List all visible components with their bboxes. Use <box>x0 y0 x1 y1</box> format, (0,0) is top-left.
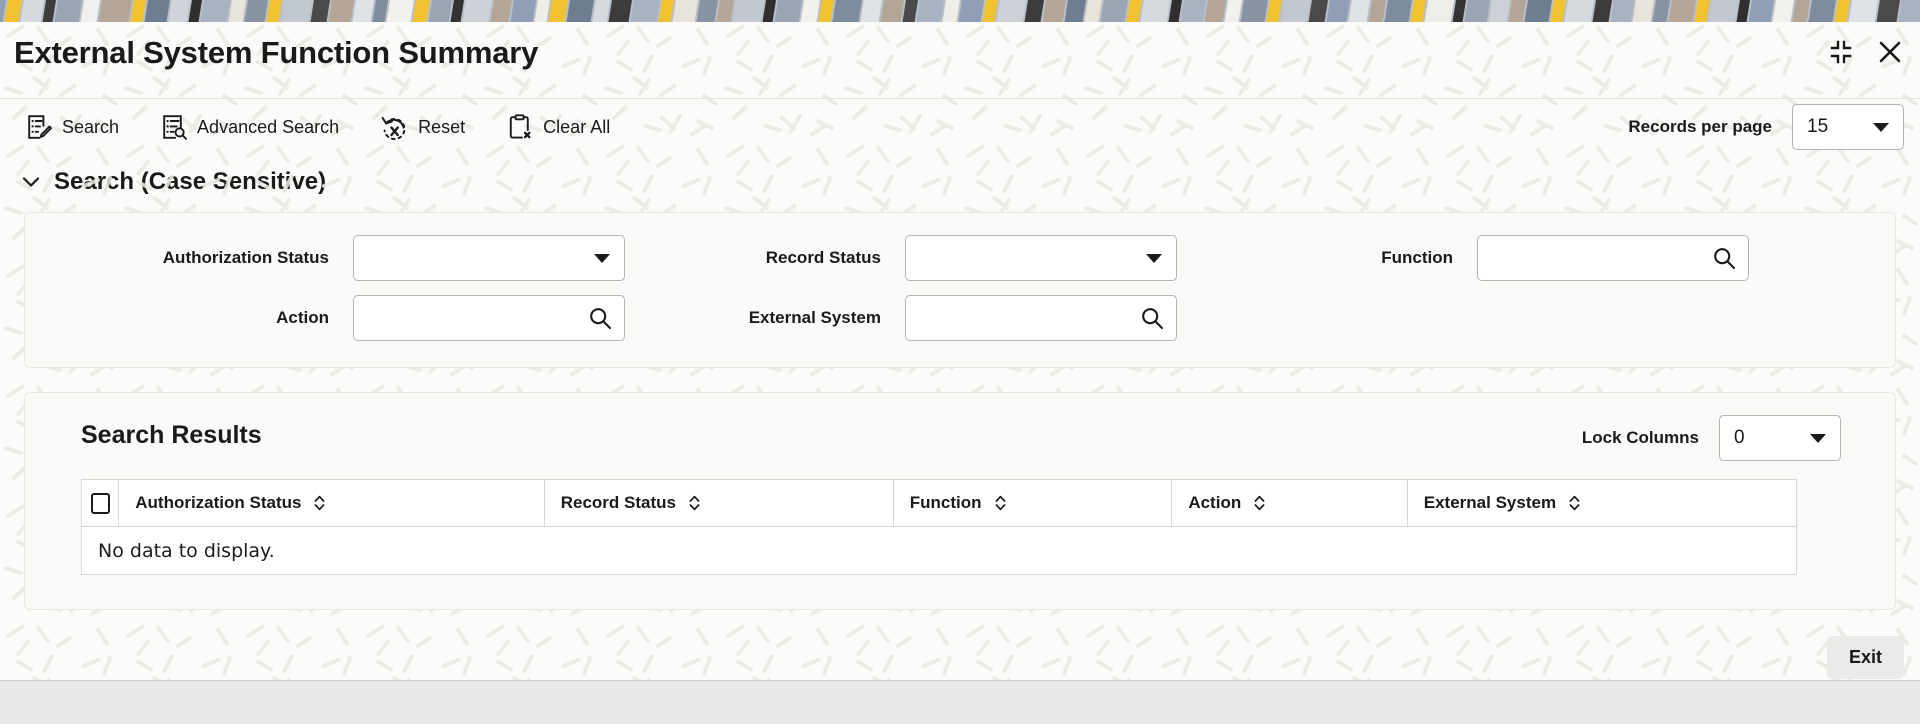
search-section-title: Search (Case Sensitive) <box>54 168 327 195</box>
footer-strip <box>0 680 1920 724</box>
top-band-pattern <box>0 0 1920 22</box>
minimize-restore-icon[interactable] <box>1828 39 1854 65</box>
sort-icon[interactable] <box>993 493 1008 513</box>
reset-button[interactable]: Reset <box>381 114 465 141</box>
lock-columns-select[interactable]: 0 <box>1719 415 1841 461</box>
clear-all-button[interactable]: Clear All <box>507 114 610 140</box>
field-record-status: Record Status <box>625 235 1177 281</box>
column-label-function: Function <box>909 493 982 512</box>
search-button[interactable]: Search <box>26 114 119 140</box>
column-label-action: Action <box>1188 493 1242 512</box>
search-criteria-panel: Authorization Status Record Status Funct… <box>24 212 1896 368</box>
dialog-window: External System Function Summary Search … <box>0 22 1920 724</box>
sort-icon[interactable] <box>687 493 702 513</box>
field-label-function: Function <box>1381 248 1453 267</box>
table-header-row: Authorization Status Record Status Funct… <box>82 480 1796 527</box>
field-action: Action <box>25 295 625 341</box>
advanced-search-button-label: Advanced Search <box>197 116 340 137</box>
search-results-header: Search Results Lock Columns 0 <box>25 393 1895 479</box>
field-label-action: Action <box>276 308 329 327</box>
field-label-external-system: External System <box>748 308 881 327</box>
authorization-status-select[interactable] <box>353 235 625 281</box>
records-per-page-label: Records per page <box>1628 117 1772 136</box>
dialog-header: External System Function Summary <box>0 22 1920 99</box>
search-field-row-1: Authorization Status Record Status Funct… <box>25 235 1895 281</box>
function-input-wrapper <box>1477 235 1749 281</box>
column-label-record-status: Record Status <box>560 493 676 512</box>
column-header-authorization-status[interactable]: Authorization Status <box>119 480 545 526</box>
records-per-page-group: Records per page 15 <box>1628 104 1904 150</box>
chevron-down-icon <box>1810 433 1826 443</box>
lock-columns-group: Lock Columns 0 <box>1582 415 1841 461</box>
column-header-external-system[interactable]: External System <box>1408 480 1796 526</box>
chevron-down-icon <box>1146 253 1162 263</box>
chevron-down-icon <box>20 171 42 193</box>
search-icon[interactable] <box>1140 306 1164 330</box>
field-function: Function <box>1177 235 1749 281</box>
sort-icon[interactable] <box>312 493 327 513</box>
page-title: External System Function Summary <box>14 35 539 70</box>
empty-state-message: No data to display. <box>82 527 1796 575</box>
search-icon[interactable] <box>1712 246 1736 270</box>
dialog-footer: Exit <box>0 634 1920 680</box>
reset-icon <box>381 114 408 141</box>
clear-all-icon <box>507 114 533 140</box>
lock-columns-value: 0 <box>1734 427 1745 448</box>
column-header-record-status[interactable]: Record Status <box>545 480 894 526</box>
sort-icon[interactable] <box>1567 493 1582 513</box>
column-label-authorization-status: Authorization Status <box>135 493 302 512</box>
advanced-search-button[interactable]: Advanced Search <box>161 114 339 140</box>
search-results-panel: Search Results Lock Columns 0 Authorizat… <box>24 392 1896 610</box>
field-label-authorization-status: Authorization Status <box>162 248 329 267</box>
clear-all-button-label: Clear All <box>543 116 611 137</box>
window-controls <box>1828 38 1904 66</box>
column-header-action[interactable]: Action <box>1172 480 1408 526</box>
exit-button[interactable]: Exit <box>1826 636 1904 679</box>
close-icon[interactable] <box>1876 38 1904 66</box>
select-all-header-cell <box>82 480 120 526</box>
external-system-input[interactable] <box>918 306 1136 330</box>
reset-button-label: Reset <box>418 116 466 137</box>
sort-icon[interactable] <box>1252 493 1267 513</box>
search-button-label: Search <box>62 116 120 137</box>
chevron-down-icon <box>1873 122 1889 132</box>
chevron-down-icon <box>594 253 610 263</box>
records-per-page-value: 15 <box>1807 116 1829 137</box>
select-all-checkbox[interactable] <box>90 492 110 514</box>
field-authorization-status: Authorization Status <box>25 235 625 281</box>
function-input[interactable] <box>1490 246 1708 270</box>
field-external-system: External System <box>625 295 1177 341</box>
search-icon[interactable] <box>588 306 612 330</box>
column-header-function[interactable]: Function <box>894 480 1173 526</box>
action-input-wrapper <box>353 295 625 341</box>
record-status-select[interactable] <box>905 235 1177 281</box>
column-label-external-system: External System <box>1423 493 1557 512</box>
action-input[interactable] <box>366 306 584 330</box>
advanced-search-icon <box>161 114 187 140</box>
records-per-page-select[interactable]: 15 <box>1792 104 1904 150</box>
decorative-top-band <box>0 0 1920 22</box>
field-label-record-status: Record Status <box>765 248 881 267</box>
results-table: Authorization Status Record Status Funct… <box>81 479 1797 575</box>
external-system-input-wrapper <box>905 295 1177 341</box>
search-field-row-2: Action External System <box>25 295 1895 341</box>
search-results-title: Search Results <box>81 421 262 449</box>
search-form-icon <box>26 114 52 140</box>
action-toolbar: Search Advanced Search Reset Clear All R… <box>0 98 1920 156</box>
lock-columns-label: Lock Columns <box>1581 428 1699 447</box>
search-section-toggle[interactable]: Search (Case Sensitive) <box>0 156 1920 206</box>
